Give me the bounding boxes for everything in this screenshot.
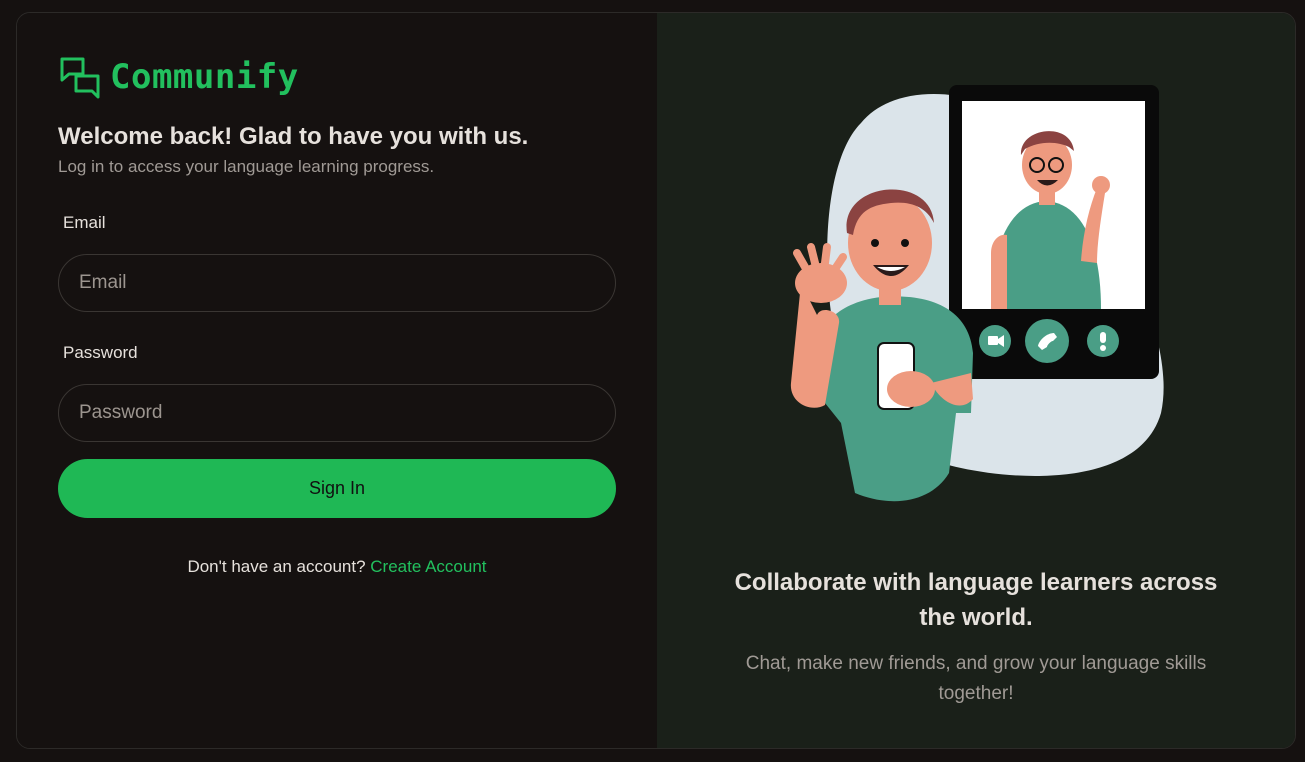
promo-panel: Collaborate with language learners acros… xyxy=(657,13,1295,748)
promo-description: Chat, make new friends, and grow your la… xyxy=(745,653,1207,704)
brand-logo: Communify xyxy=(58,55,299,99)
brand-name: Communify xyxy=(110,57,299,97)
password-label: Password xyxy=(63,343,138,362)
video-call-illustration xyxy=(790,85,1164,502)
signup-prompt-row: Don't have an account? Create Account xyxy=(58,557,616,577)
page-subtitle: Log in to access your language learning … xyxy=(58,157,435,176)
login-panel: Communify Welcome back! Glad to have you… xyxy=(17,13,657,748)
create-account-link[interactable]: Create Account xyxy=(370,557,486,576)
signup-prompt-text: Don't have an account? xyxy=(187,557,366,576)
login-card: Communify Welcome back! Glad to have you… xyxy=(16,12,1296,749)
page-title: Welcome back! Glad to have you with us. xyxy=(58,123,529,150)
phone-frame xyxy=(949,85,1159,379)
password-field[interactable] xyxy=(58,384,616,442)
email-label: Email xyxy=(63,213,106,232)
email-field[interactable] xyxy=(58,254,616,312)
promo-title: Collaborate with language learners acros… xyxy=(734,569,1218,631)
sign-in-button[interactable]: Sign In xyxy=(58,459,616,518)
chat-bubbles-icon xyxy=(60,57,100,99)
